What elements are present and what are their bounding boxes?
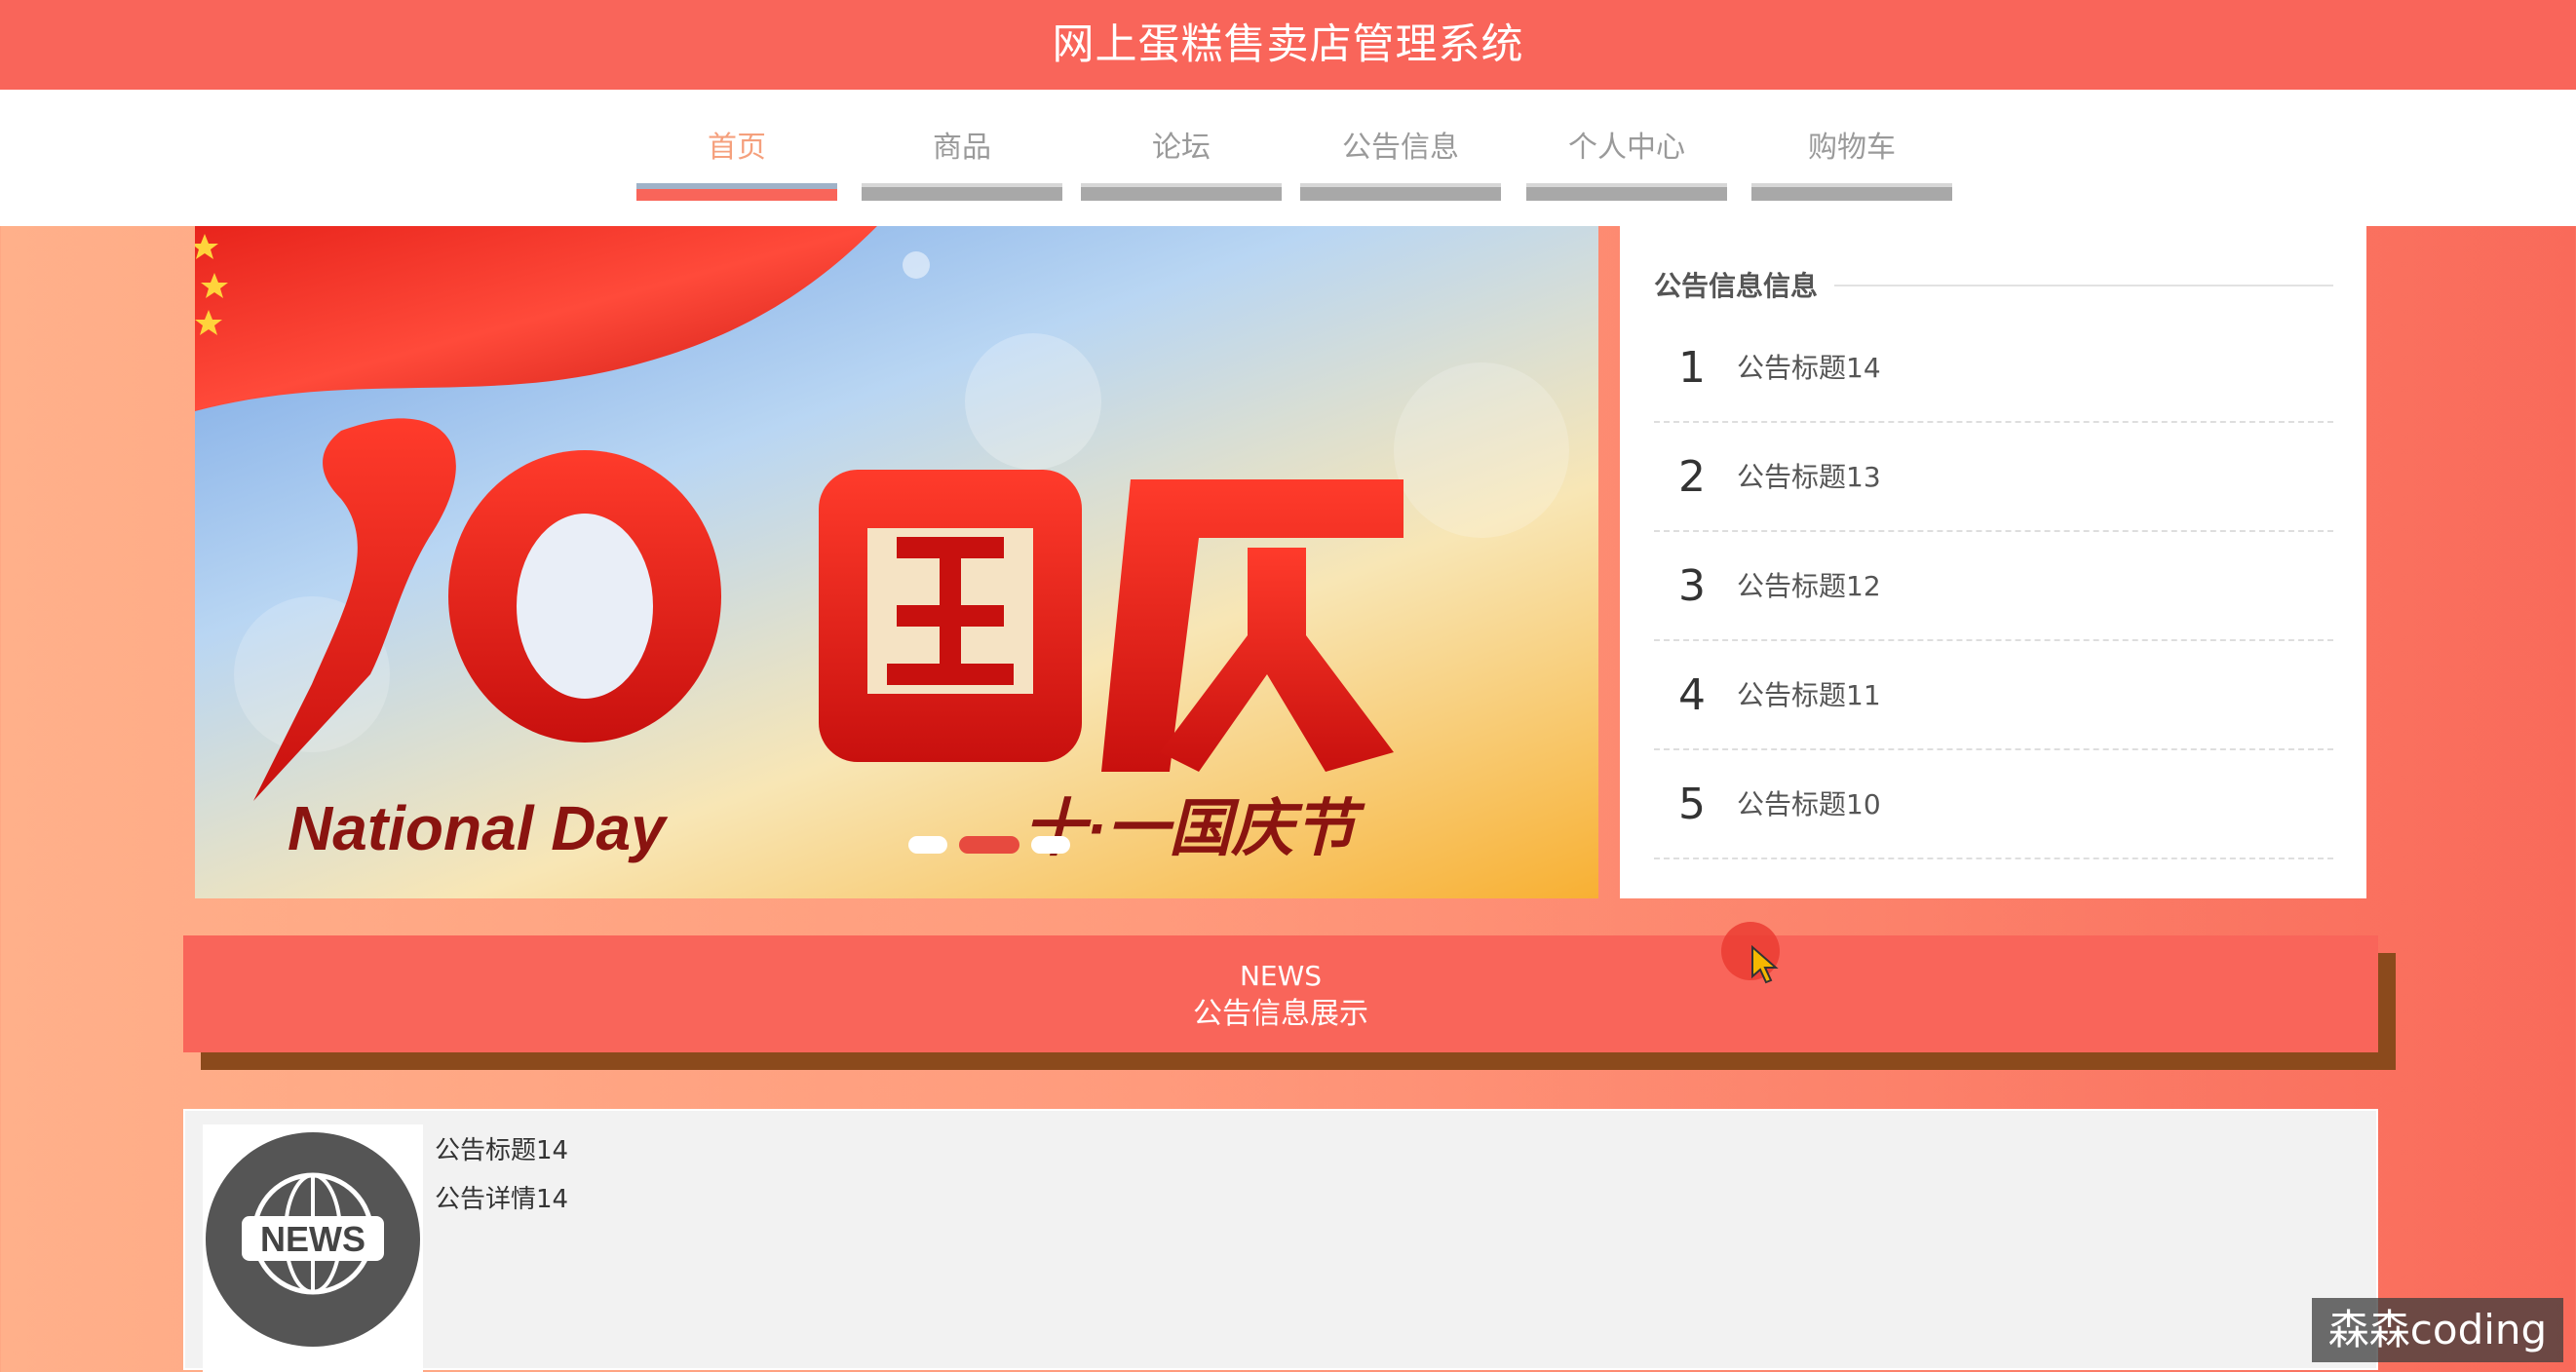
notice-number: 5	[1678, 780, 1706, 829]
notice-list-item[interactable]: 1 公告标题14	[1654, 314, 2333, 423]
divider	[1834, 285, 2333, 286]
news-thumbnail: NEWS	[203, 1124, 423, 1372]
nav-underline	[862, 183, 1062, 201]
banner-subtitle-text: 十·一国庆节	[1023, 793, 1365, 863]
news-header-cn: 公告信息展示	[1193, 997, 1368, 1031]
nav-underline	[1526, 183, 1727, 201]
notice-list-item[interactable]: 4 公告标题11	[1654, 641, 2333, 750]
banner-image: National Day 十·一国庆节	[195, 226, 1569, 863]
carousel-dot[interactable]	[1031, 836, 1070, 854]
news-thumb-label: NEWS	[260, 1219, 365, 1259]
notice-number: 3	[1678, 561, 1706, 611]
notice-panel: 公告信息信息 1 公告标题14 2 公告标题13 3 公告标题12 4 公告标题…	[1620, 226, 2366, 898]
nav-underline	[636, 183, 837, 201]
news-section-header: NEWS 公告信息展示	[183, 935, 2378, 1052]
main-nav: 首页 商品 论坛 公告信息 个人中心 购物车	[0, 90, 2576, 226]
nav-item-profile[interactable]: 个人中心	[1526, 90, 1727, 226]
notice-link[interactable]: 公告标题13	[1737, 458, 1881, 497]
nav-label: 首页	[708, 131, 766, 165]
nav-underline	[1300, 183, 1501, 201]
nav-label: 公告信息	[1342, 131, 1459, 165]
nav-label: 论坛	[1152, 131, 1211, 165]
notice-list-item[interactable]: 3 公告标题12	[1654, 532, 2333, 641]
notice-link[interactable]: 公告标题11	[1737, 676, 1881, 715]
nav-label: 商品	[933, 131, 991, 165]
nav-label: 购物车	[1808, 131, 1896, 165]
nav-item-forum[interactable]: 论坛	[1081, 90, 1282, 226]
mouse-cursor-icon	[1751, 945, 1779, 984]
watermark: 森森coding	[2312, 1298, 2563, 1362]
notice-list-item[interactable]: 5 公告标题10	[1654, 750, 2333, 859]
carousel-dot[interactable]	[908, 836, 947, 854]
news-globe-icon: NEWS	[206, 1132, 420, 1347]
nav-item-notices[interactable]: 公告信息	[1300, 90, 1501, 226]
news-list-item[interactable]: NEWS 公告标题14 公告详情14	[183, 1109, 2378, 1372]
news-header-en: NEWS	[1239, 960, 1323, 992]
nav-item-home[interactable]: 首页	[636, 90, 837, 226]
carousel-dots	[908, 830, 1070, 856]
nav-item-cart[interactable]: 购物车	[1751, 90, 1952, 226]
notice-link[interactable]: 公告标题12	[1737, 567, 1881, 606]
nav-underline	[1081, 183, 1282, 201]
app-title: 网上蛋糕售卖店管理系统	[0, 0, 2576, 90]
notice-number: 2	[1678, 452, 1706, 502]
notice-number: 4	[1678, 670, 1706, 720]
news-item-detail: 公告详情14	[435, 1185, 569, 1214]
news-item-title[interactable]: 公告标题14	[435, 1130, 568, 1166]
nav-underline	[1751, 183, 1952, 201]
notice-link[interactable]: 公告标题10	[1737, 785, 1881, 824]
carousel-banner[interactable]: National Day 十·一国庆节	[195, 226, 1598, 898]
notice-number: 1	[1678, 343, 1706, 393]
nav-label: 个人中心	[1568, 131, 1685, 165]
carousel-dot-active[interactable]	[959, 836, 1019, 854]
notice-list-item[interactable]: 2 公告标题13	[1654, 423, 2333, 532]
notice-link[interactable]: 公告标题14	[1737, 349, 1881, 388]
nav-item-products[interactable]: 商品	[862, 90, 1062, 226]
notice-panel-title: 公告信息信息	[1654, 270, 1819, 302]
banner-english-text: National Day	[288, 793, 669, 863]
